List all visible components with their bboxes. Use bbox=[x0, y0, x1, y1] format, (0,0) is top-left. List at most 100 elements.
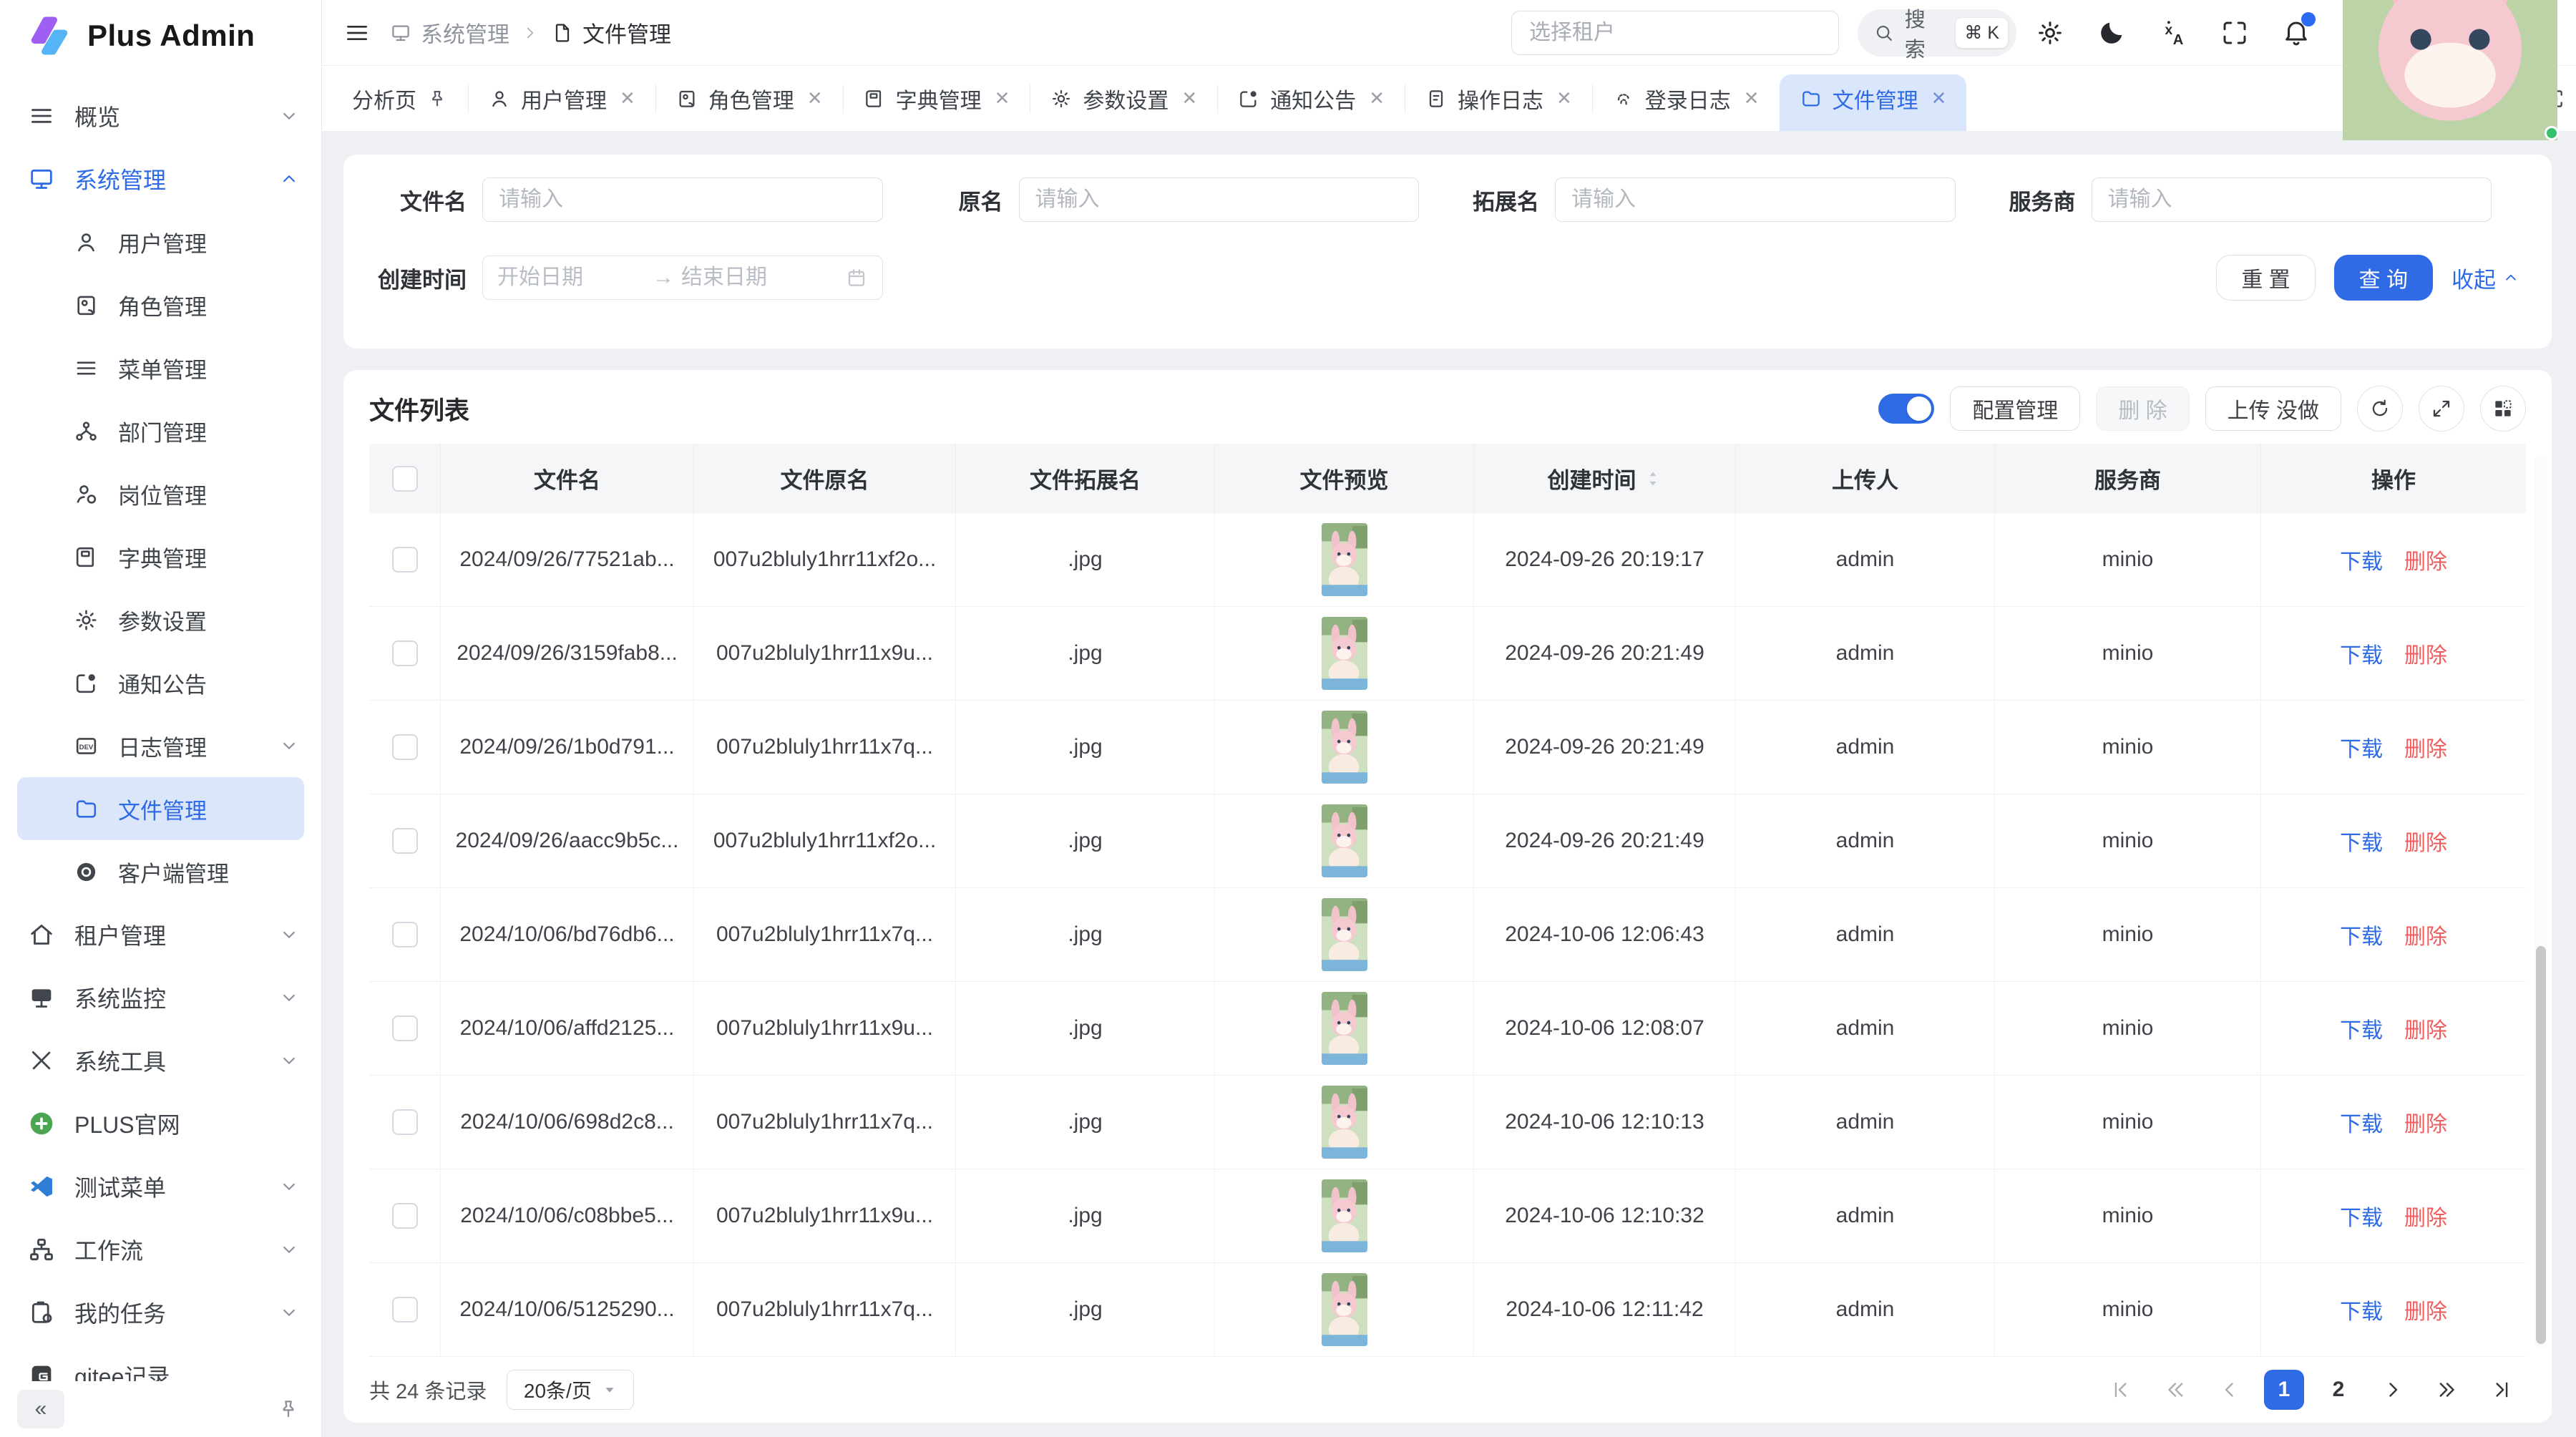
delete-link[interactable]: 删除 bbox=[2404, 638, 2447, 669]
download-link[interactable]: 下载 bbox=[2340, 1106, 2383, 1138]
tab[interactable]: 登录日志 ✕ bbox=[1592, 66, 1780, 131]
date-range-picker[interactable]: → bbox=[482, 255, 883, 300]
preview-thumbnail[interactable] bbox=[1322, 804, 1367, 877]
language-icon[interactable]: xA bbox=[2158, 18, 2188, 48]
tab[interactable]: 用户管理 ✕ bbox=[468, 66, 655, 131]
column-settings-button[interactable] bbox=[2480, 386, 2526, 432]
row-checkbox[interactable] bbox=[392, 547, 418, 573]
menu-toggle-icon[interactable] bbox=[343, 19, 371, 47]
sidebar-collapse-button[interactable]: « bbox=[17, 1390, 64, 1428]
filter-field-input[interactable] bbox=[482, 177, 883, 222]
tab-close-icon[interactable]: ✕ bbox=[1556, 87, 1572, 109]
preview-thumbnail[interactable] bbox=[1322, 1273, 1367, 1346]
column-header-created[interactable]: 创建时间 bbox=[1474, 444, 1736, 513]
delete-button[interactable]: 删 除 bbox=[2096, 386, 2189, 431]
settings-icon[interactable] bbox=[2035, 18, 2065, 48]
sidebar-item[interactable]: 测试菜单 bbox=[0, 1155, 321, 1218]
sidebar-item[interactable]: 系统监控 bbox=[0, 966, 321, 1029]
app-logo[interactable]: Plus Admin bbox=[0, 0, 321, 72]
filter-field-input[interactable] bbox=[1555, 177, 1956, 222]
notifications-bell[interactable] bbox=[2281, 18, 2311, 48]
tab-close-icon[interactable]: ✕ bbox=[1931, 87, 1947, 109]
jump-back-button[interactable] bbox=[2155, 1370, 2195, 1410]
row-checkbox[interactable] bbox=[392, 640, 418, 666]
breadcrumb-item-system[interactable]: 系统管理 bbox=[389, 16, 509, 49]
page-number-button[interactable]: 2 bbox=[2318, 1370, 2358, 1410]
scrollbar-thumb[interactable] bbox=[2536, 946, 2546, 1343]
download-link[interactable]: 下载 bbox=[2340, 544, 2383, 575]
config-manage-button[interactable]: 配置管理 bbox=[1950, 386, 2080, 431]
sidebar-item[interactable]: 用户管理 bbox=[0, 210, 321, 273]
sidebar-item[interactable]: DEV 日志管理 bbox=[0, 714, 321, 777]
sidebar-pin-icon[interactable] bbox=[277, 1398, 300, 1421]
sidebar-item[interactable]: 通知公告 bbox=[0, 651, 321, 714]
breadcrumb-item-files[interactable]: 文件管理 bbox=[551, 16, 671, 49]
row-checkbox[interactable] bbox=[392, 828, 418, 854]
page-size-select[interactable]: 20条/页 bbox=[507, 1370, 634, 1410]
delete-link[interactable]: 删除 bbox=[2404, 1106, 2447, 1138]
row-checkbox[interactable] bbox=[392, 734, 418, 760]
tab-close-icon[interactable]: ✕ bbox=[1744, 87, 1760, 109]
preview-thumbnail[interactable] bbox=[1322, 523, 1367, 596]
delete-link[interactable]: 删除 bbox=[2404, 1294, 2447, 1325]
tab[interactable]: 分析页 bbox=[332, 66, 468, 131]
preview-thumbnail[interactable] bbox=[1322, 1086, 1367, 1159]
tab[interactable]: 操作日志 ✕ bbox=[1405, 66, 1592, 131]
expand-table-button[interactable] bbox=[2419, 386, 2464, 432]
tab-close-icon[interactable]: ✕ bbox=[995, 87, 1010, 109]
download-link[interactable]: 下载 bbox=[2340, 638, 2383, 669]
user-avatar[interactable] bbox=[2343, 0, 2557, 140]
page-number-button[interactable]: 1 bbox=[2264, 1370, 2304, 1410]
sidebar-item[interactable]: 岗位管理 bbox=[0, 462, 321, 525]
table-scrollbar[interactable] bbox=[2534, 455, 2547, 1348]
date-end-input[interactable] bbox=[681, 266, 829, 290]
download-link[interactable]: 下载 bbox=[2340, 1200, 2383, 1232]
sidebar-item[interactable]: 文件管理 bbox=[17, 777, 304, 840]
tab[interactable]: 参数设置 ✕ bbox=[1030, 66, 1217, 131]
sidebar-item[interactable]: 我的任务 bbox=[0, 1281, 321, 1344]
global-search[interactable]: 搜索 ⌘ K bbox=[1858, 9, 2016, 57]
delete-link[interactable]: 删除 bbox=[2404, 825, 2447, 857]
dark-mode-icon[interactable] bbox=[2097, 18, 2127, 48]
tab-close-icon[interactable]: ✕ bbox=[620, 87, 635, 109]
collapse-filter-link[interactable]: 收起 bbox=[2451, 262, 2520, 294]
download-link[interactable]: 下载 bbox=[2340, 1013, 2383, 1044]
download-link[interactable]: 下载 bbox=[2340, 825, 2383, 857]
tenant-select[interactable] bbox=[1511, 11, 1839, 55]
row-checkbox[interactable] bbox=[392, 1297, 418, 1322]
download-link[interactable]: 下载 bbox=[2340, 1294, 2383, 1325]
sidebar-item[interactable]: 工作流 bbox=[0, 1218, 321, 1281]
filter-field-input[interactable] bbox=[2092, 177, 2492, 222]
refresh-list-button[interactable] bbox=[2357, 386, 2403, 432]
next-page-button[interactable] bbox=[2373, 1370, 2413, 1410]
sidebar-item[interactable]: 系统工具 bbox=[0, 1029, 321, 1092]
tab-close-icon[interactable]: ✕ bbox=[807, 87, 823, 109]
delete-link[interactable]: 删除 bbox=[2404, 544, 2447, 575]
row-checkbox[interactable] bbox=[392, 1203, 418, 1229]
sidebar-item[interactable]: 客户端管理 bbox=[0, 840, 321, 903]
sidebar-item[interactable]: 系统管理 bbox=[0, 147, 321, 210]
tab-close-icon[interactable]: ✕ bbox=[1181, 87, 1197, 109]
preview-thumbnail[interactable] bbox=[1322, 617, 1367, 690]
last-page-button[interactable] bbox=[2482, 1370, 2522, 1410]
preview-thumbnail[interactable] bbox=[1322, 898, 1367, 971]
tab[interactable]: 通知公告 ✕ bbox=[1217, 66, 1405, 131]
tab[interactable]: 文件管理 ✕ bbox=[1780, 66, 1967, 131]
delete-link[interactable]: 删除 bbox=[2404, 1013, 2447, 1044]
delete-link[interactable]: 删除 bbox=[2404, 1200, 2447, 1232]
sidebar-item[interactable]: PLUS官网 bbox=[0, 1092, 321, 1155]
sidebar-item[interactable]: 角色管理 bbox=[0, 273, 321, 336]
preview-thumbnail[interactable] bbox=[1322, 1179, 1367, 1252]
tab[interactable]: 角色管理 ✕ bbox=[655, 66, 843, 131]
preview-thumbnail[interactable] bbox=[1322, 711, 1367, 784]
sidebar-item[interactable]: 概览 bbox=[0, 84, 321, 147]
delete-link[interactable]: 删除 bbox=[2404, 919, 2447, 950]
preview-thumbnail[interactable] bbox=[1322, 992, 1367, 1065]
fullscreen-icon[interactable] bbox=[2220, 18, 2250, 48]
reset-button[interactable]: 重 置 bbox=[2216, 255, 2315, 301]
tab[interactable]: 字典管理 ✕ bbox=[843, 66, 1030, 131]
download-link[interactable]: 下载 bbox=[2340, 731, 2383, 763]
sidebar-item[interactable]: 菜单管理 bbox=[0, 336, 321, 399]
search-visibility-toggle[interactable] bbox=[1878, 394, 1934, 424]
date-start-input[interactable] bbox=[497, 266, 645, 290]
